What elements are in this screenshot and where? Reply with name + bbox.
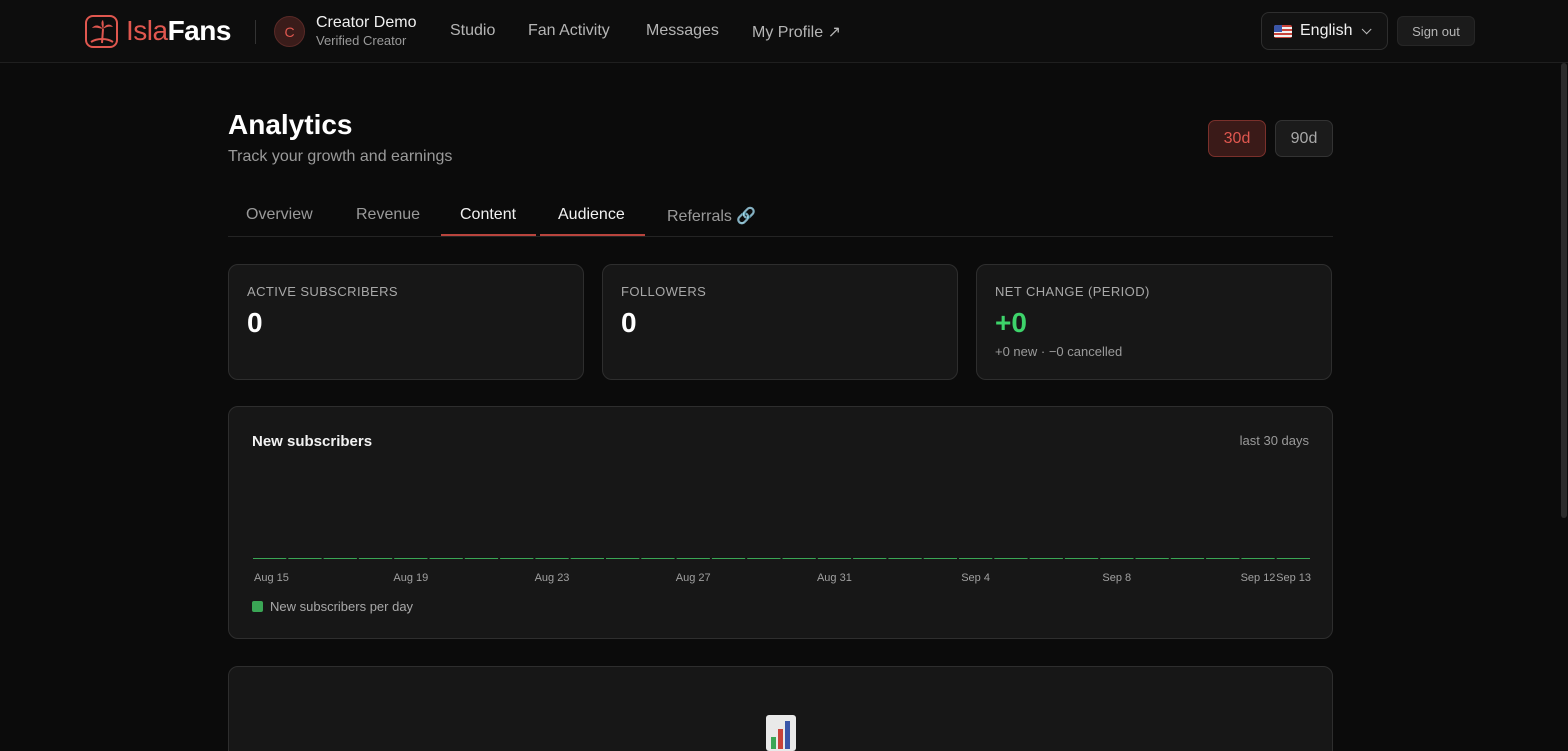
tab-audience[interactable]: Audience: [558, 206, 625, 224]
bar-chart-icon: [766, 715, 796, 751]
chart-bar: [1206, 558, 1240, 559]
x-tick-label: Aug 15: [254, 572, 289, 584]
chart-bar: [535, 558, 569, 559]
sign-out-button[interactable]: Sign out: [1397, 16, 1475, 46]
tab-referrals[interactable]: Referrals 🔗: [667, 206, 756, 226]
stat-note: +0 new · −0 cancelled: [995, 344, 1123, 359]
chart-bar: [323, 558, 357, 559]
stat-value: +0: [995, 307, 1027, 338]
stat-value: 0: [247, 307, 263, 338]
scrollbar-thumb[interactable]: [1561, 63, 1567, 518]
chart-bar: [288, 558, 322, 559]
logo-text-part2: Fans: [167, 15, 232, 46]
legend-label: New subscribers per day: [270, 599, 414, 614]
x-tick-label: Aug 19: [393, 572, 428, 584]
user-name: Creator Demo: [316, 14, 417, 31]
palm-logo-icon: [85, 14, 118, 48]
stat-card-followers: FOLLOWERS 0: [602, 264, 958, 380]
x-tick-label: Sep 12: [1241, 572, 1276, 584]
x-tick-label: Sep 8: [1102, 572, 1131, 584]
stat-label: NET CHANGE (PERIOD): [995, 284, 1150, 299]
tab-overview[interactable]: Overview: [246, 206, 313, 224]
chart-bar: [253, 558, 287, 559]
chart-bar: [570, 558, 604, 559]
chart-bar: [394, 558, 428, 559]
chart-bar: [711, 558, 746, 559]
chart-bar: [1241, 558, 1275, 559]
avatar[interactable]: C: [274, 16, 305, 47]
chart-bar: [782, 558, 816, 559]
nav-messages[interactable]: Messages: [646, 22, 719, 40]
page-scrollbar[interactable]: [1560, 63, 1568, 518]
tab-content[interactable]: Content: [460, 206, 516, 224]
chart-bar: [1029, 558, 1063, 559]
nav-my-profile[interactable]: My Profile ↗: [752, 22, 841, 42]
x-tick-label: Aug 23: [535, 572, 570, 584]
chart-bar: [959, 558, 993, 559]
stat-label: ACTIVE SUBSCRIBERS: [247, 284, 398, 299]
chart-bar: [747, 558, 781, 559]
range-30d-button[interactable]: 30d: [1208, 120, 1266, 157]
x-tick-label: Sep 4: [961, 572, 990, 584]
user-role: Verified Creator: [316, 33, 407, 48]
language-label: English: [1300, 22, 1353, 39]
chart-bar: [888, 558, 922, 559]
logo-text: IslaFans: [126, 15, 231, 47]
chart-bar: [358, 558, 393, 559]
chart-bar: [641, 558, 675, 559]
chevron-down-icon: [1362, 23, 1373, 34]
analytics-tabs: Overview Revenue Content Audience Referr…: [228, 196, 1333, 237]
legend-swatch: [252, 601, 263, 612]
nav-fan-activity[interactable]: Fan Activity: [528, 22, 610, 40]
us-flag-icon: [1274, 24, 1292, 38]
chart-bar: [500, 558, 534, 559]
nav-studio[interactable]: Studio: [450, 22, 495, 40]
stat-label: FOLLOWERS: [621, 284, 707, 299]
new-subscribers-chart-card: New subscribers last 30 days Aug 15 Aug 1…: [228, 406, 1333, 639]
x-tick-label: Aug 27: [676, 572, 711, 584]
chart-bar: [1064, 558, 1099, 559]
stat-value: 0: [621, 307, 637, 338]
top-header: IslaFans C Creator Demo Verified Creator…: [0, 0, 1568, 63]
x-tick-label: Sep 13: [1276, 572, 1311, 584]
logo[interactable]: IslaFans: [85, 14, 231, 48]
chart-bar: [464, 558, 499, 559]
chart-bar: [817, 558, 852, 559]
stat-card-active-subscribers: ACTIVE SUBSCRIBERS 0: [228, 264, 584, 380]
page-subtitle: Track your growth and earnings: [228, 148, 453, 165]
chart-bar: [1100, 558, 1134, 559]
chart-bar: [923, 558, 957, 559]
page-title: Analytics: [228, 109, 353, 140]
chart-bar: [994, 558, 1028, 559]
new-subscribers-chart: Aug 15 Aug 19 Aug 23 Aug 27 Aug 31 Sep 4 Sep 8…: [253, 558, 1311, 584]
logo-text-part1: Isla: [126, 15, 168, 46]
chart-bar: [606, 558, 640, 559]
chart-bar: [1135, 558, 1169, 559]
tab-content-underline: [441, 234, 536, 236]
range-90d-button[interactable]: 90d: [1275, 120, 1333, 157]
content-empty-card: [228, 666, 1333, 751]
chart-bar: [853, 558, 887, 559]
x-tick-label: Aug 31: [817, 572, 852, 584]
chart-bar: [429, 558, 463, 559]
chart-bar: [676, 558, 710, 559]
header-divider: [255, 20, 256, 44]
chart-legend: New subscribers per day: [252, 599, 413, 614]
stat-card-net-change: NET CHANGE (PERIOD) +0 +0 new · −0 cance…: [976, 264, 1332, 380]
tab-audience-underline: [540, 234, 645, 236]
chart-bar: [1276, 558, 1310, 559]
tab-revenue[interactable]: Revenue: [356, 206, 420, 224]
language-select[interactable]: English: [1261, 12, 1388, 50]
chart-bar: [1170, 558, 1205, 559]
